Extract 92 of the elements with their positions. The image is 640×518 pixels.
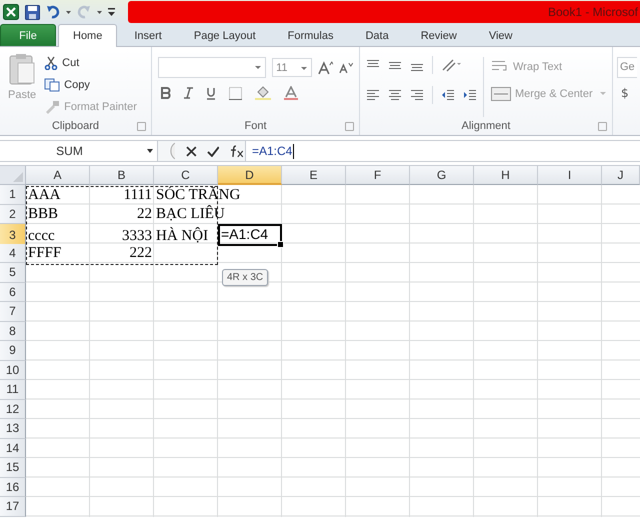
column-header[interactable]: E (282, 166, 346, 185)
window-title: Book1 - Microsof (548, 5, 639, 19)
cancel-icon[interactable] (186, 146, 197, 156)
ribbon-tab[interactable]: Home (58, 24, 118, 47)
row-header[interactable]: 5 (0, 263, 26, 282)
dropdown-caret-icon[interactable] (97, 10, 102, 14)
cell-text: BBB (28, 206, 58, 223)
cell-text: =A1:C4 (221, 226, 268, 243)
column-header[interactable]: I (538, 166, 602, 185)
column-header[interactable]: D (218, 166, 282, 185)
column-header[interactable]: G (410, 166, 474, 185)
cell-text: 1111 (124, 186, 152, 204)
underline-icon[interactable] (206, 86, 216, 100)
enter-check-icon[interactable] (206, 146, 220, 156)
cell-text: SÓC TRĂNG (156, 186, 240, 204)
excel-logo-icon[interactable] (3, 4, 19, 20)
row-header[interactable]: 4 (0, 244, 26, 263)
group-label: Alignment (462, 120, 510, 132)
column-header[interactable]: C (154, 166, 218, 185)
ribbon-tab[interactable]: Formulas (272, 25, 348, 46)
clipboard-icon (9, 53, 36, 85)
ribbon-tab[interactable]: View (474, 25, 528, 46)
row-header[interactable]: 3 (0, 224, 26, 246)
scissors-icon (44, 56, 58, 70)
merge-cells-icon (491, 86, 511, 100)
ribbon-tab[interactable]: Data (350, 25, 404, 46)
column-header[interactable]: J (602, 166, 640, 185)
increase-indent-icon[interactable] (463, 89, 477, 101)
cell-text: 3333 (122, 228, 152, 245)
triangle-icon (13, 172, 23, 182)
ribbon-tab[interactable]: Review (406, 25, 472, 46)
ribbon-tab[interactable]: Page Layout (178, 25, 271, 46)
borders-icon[interactable] (229, 86, 242, 100)
formula-input[interactable]: =A1:C4 (246, 144, 294, 158)
orientation-icon[interactable] (441, 58, 463, 72)
paintbrush-icon (44, 100, 60, 114)
wrap-text-icon (491, 60, 509, 74)
customize-toolbar-icon[interactable] (108, 8, 115, 16)
row-header[interactable]: 11 (0, 380, 26, 400)
cell-text: AAA (28, 186, 60, 204)
cell-text: 222 (130, 245, 152, 262)
row-header[interactable]: 14 (0, 438, 26, 458)
column-header[interactable]: B (90, 166, 154, 185)
font-name-field[interactable] (158, 57, 266, 78)
group-label: Font (244, 120, 266, 132)
column-header[interactable]: H (474, 166, 538, 185)
row-header[interactable]: 17 (0, 497, 26, 516)
range-size-tooltip: 4R x 3C (222, 269, 268, 286)
cell-text: FFFF (28, 245, 62, 262)
fill-handle-icon[interactable] (277, 241, 284, 248)
row-header[interactable]: 1 (0, 185, 26, 204)
insert-function-icon[interactable] (229, 144, 245, 158)
copy-icon (44, 78, 60, 92)
decrease-indent-icon[interactable] (441, 89, 455, 101)
row-header[interactable]: 6 (0, 282, 26, 302)
dropdown-caret-icon[interactable] (66, 10, 71, 14)
horizontal-align-icon[interactable] (388, 89, 402, 101)
row-header[interactable]: 9 (0, 341, 26, 360)
row-header[interactable]: 13 (0, 419, 26, 438)
horizontal-align-icon[interactable] (410, 89, 424, 101)
cut-button[interactable]: Cut (42, 53, 139, 72)
grow-font-icon[interactable] (318, 60, 334, 74)
horizontal-align-icon[interactable] (366, 89, 380, 101)
cell-text: BẠC LIÊU (156, 206, 225, 223)
row-header[interactable]: 8 (0, 322, 26, 341)
row-header[interactable]: 2 (0, 204, 26, 224)
cell-text: HÀ NỘI (156, 228, 208, 245)
shrink-font-icon[interactable] (339, 62, 353, 74)
italic-icon[interactable] (184, 87, 193, 99)
save-icon[interactable] (25, 4, 40, 20)
currency-button[interactable]: $ (617, 86, 633, 100)
font-color-icon[interactable] (284, 86, 298, 100)
row-header[interactable]: 7 (0, 302, 26, 322)
copy-button[interactable]: Copy (42, 75, 139, 94)
cell-text: cccc (28, 228, 55, 245)
file-tab[interactable]: File (0, 24, 56, 46)
bold-icon[interactable] (161, 87, 171, 99)
row-header[interactable]: 16 (0, 478, 26, 497)
active-cell-border[interactable]: =A1:C4 (218, 224, 282, 246)
ribbon-tab[interactable]: Insert (119, 25, 177, 46)
column-header[interactable]: F (346, 166, 410, 185)
fill-color-icon[interactable] (255, 86, 271, 100)
number-format-field[interactable]: Ge (617, 57, 637, 78)
group-label: Clipboard (52, 120, 100, 132)
cell-text: 22 (137, 206, 152, 223)
row-header[interactable]: 10 (0, 360, 26, 380)
row-header[interactable]: 12 (0, 400, 26, 419)
column-header[interactable]: A (26, 166, 90, 185)
undo-icon[interactable] (46, 5, 60, 19)
row-header[interactable]: 15 (0, 458, 26, 478)
font-size-field[interactable]: 11 (272, 58, 312, 77)
vertical-align-icon[interactable] (388, 59, 402, 71)
